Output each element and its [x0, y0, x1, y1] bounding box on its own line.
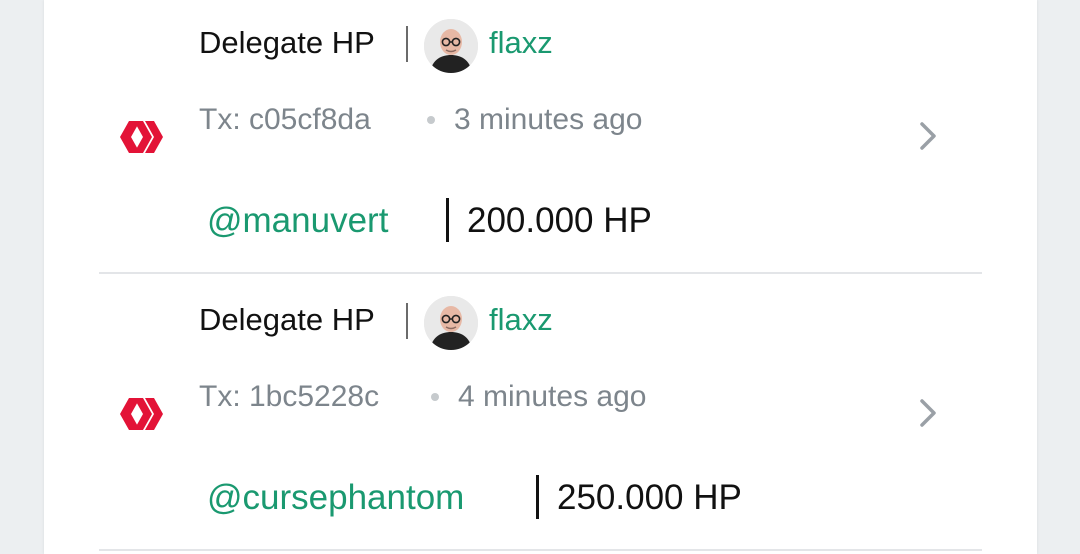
delegatee-link[interactable]: @cursephantom: [207, 476, 464, 520]
chevron-right-icon[interactable]: [916, 397, 940, 429]
transaction-id[interactable]: Tx: 1bc5228c: [199, 378, 379, 416]
item-divider: [99, 272, 982, 274]
transaction-id[interactable]: Tx: c05cf8da: [199, 101, 371, 139]
transaction-time: 4 minutes ago: [458, 380, 647, 413]
user-avatar: [424, 296, 478, 350]
meta-dot: [431, 393, 439, 401]
author-avatar[interactable]: [424, 19, 478, 73]
title-separator: [406, 26, 408, 62]
amount-separator: [446, 198, 449, 242]
transaction-time: 3 minutes ago: [454, 103, 643, 136]
operation-type: Delegate HP: [199, 25, 375, 60]
transaction-item[interactable]: Delegate HP flaxz Tx: c05cf8da 3 minutes…: [44, 0, 1037, 276]
amount-separator: [536, 475, 539, 519]
delegation-amount: 250.000 HP: [557, 478, 742, 517]
transaction-item[interactable]: Delegate HP flaxz Tx: 1bc5228c 4 minutes…: [44, 277, 1037, 553]
hive-logo-icon: [120, 398, 163, 430]
author-link[interactable]: flaxz: [489, 24, 553, 62]
author-avatar[interactable]: [424, 296, 478, 350]
chevron-right-icon[interactable]: [916, 120, 940, 152]
user-avatar: [424, 19, 478, 73]
hive-logo-icon: [120, 121, 163, 153]
title-separator: [406, 303, 408, 339]
author-link[interactable]: flaxz: [489, 301, 553, 339]
transaction-list-card: Delegate HP flaxz Tx: c05cf8da 3 minutes…: [44, 0, 1037, 554]
item-divider: [99, 549, 982, 551]
delegation-amount: 200.000 HP: [467, 201, 652, 240]
delegatee-link[interactable]: @manuvert: [207, 199, 388, 243]
operation-type: Delegate HP: [199, 302, 375, 337]
meta-dot: [427, 116, 435, 124]
